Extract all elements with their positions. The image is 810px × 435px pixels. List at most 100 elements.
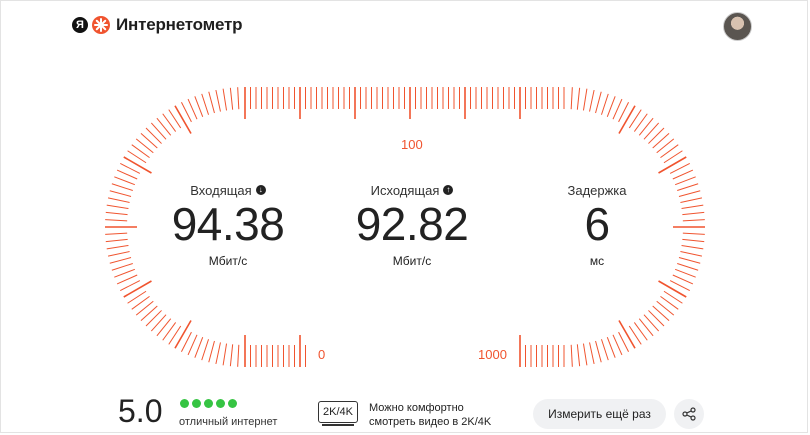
gauge-tick [222,343,228,366]
gauge-tick [678,257,701,264]
gauge-tick [618,320,636,349]
download-metric: Входящая ↓ 94.38 Мбит/с [143,182,313,269]
gauge-tick [135,300,154,316]
gauge-tick [116,274,138,285]
video-quality-text: Можно комфортно смотреть видео в 2K/4K [369,401,491,429]
gauge-tick [123,280,152,298]
gauge-tick [648,310,665,327]
latency-value: 6 [584,198,610,250]
rating-star-icon [228,399,237,408]
gauge-tick [682,211,705,216]
gauge-tick [589,89,595,112]
gauge-tick [215,89,221,112]
scale-label-1000: 1000 [478,347,507,362]
download-label: Входящая [190,182,252,198]
gauge-tick [658,280,687,298]
gauge-tick [150,122,167,140]
rating-star-icon [192,399,201,408]
rating-star-icon [216,399,225,408]
gauge-tick [109,257,132,264]
gauge-tick [618,105,636,134]
gauge-tick [656,300,675,316]
gauge-tick [600,93,609,115]
tv-stand-icon [322,424,354,426]
latency-metric: Задержка 6 мс [512,182,682,269]
gauge-tick [672,169,694,180]
gauge-tick [116,169,138,180]
gauge-tick [111,262,133,271]
gauge-tick [140,132,158,149]
video-quality-line1: Можно комфортно [369,402,464,414]
gauge-tick [582,88,588,111]
gauge-tick [682,219,705,222]
gauge-tick [215,342,221,365]
gauge-tick [105,219,128,222]
gauge-tick [652,132,670,149]
gauge-tick [612,334,623,356]
gauge-tick [109,190,132,197]
gauge-tick [680,197,703,203]
gauge-tick [643,314,660,332]
gauge-tick [106,204,129,210]
gauge-tick [105,211,128,216]
gauge-tick [600,339,609,361]
arrow-up-circle-icon: ↑ [443,185,454,195]
scale-label-100: 100 [401,137,423,152]
gauge-tick [105,238,128,243]
gauge-tick [576,87,581,110]
gauge-tick [638,117,654,136]
gauge-tick [187,334,198,356]
gauge-tick [106,244,129,250]
gauge-tick [114,268,136,278]
download-value: 94.38 [171,198,285,250]
gauge-tick [135,138,154,154]
upload-value: 92.82 [355,198,469,250]
upload-metric: Исходящая ↑ 92.82 Мбит/с [327,182,497,269]
gauge-tick [606,96,616,118]
gauge-tick [237,87,240,110]
gauge-tick [638,318,654,337]
gauge-tick [595,91,602,114]
download-unit: Мбит/с [208,254,248,268]
gauge-tick [652,305,670,322]
gauge-tick [648,127,665,144]
gauge-tick [111,183,133,192]
retry-button[interactable]: Измерить ещё раз [533,399,666,429]
gauge-tick [105,232,128,235]
gauge-tick [145,127,162,144]
gauge-tick [194,96,204,118]
gauge-tick [114,176,136,186]
scale-label-0: 0 [318,347,326,362]
gauge-tick [643,122,660,140]
gauge-tick [570,87,573,110]
gauge-tick [107,251,130,257]
gauge-tick [156,117,172,136]
gauge-tick [229,87,234,110]
gauge-tick [208,340,215,363]
arrow-down-circle-icon: ↓ [255,185,266,195]
gauge-tick [595,340,602,363]
gauge-tick [229,344,234,367]
gauge-tick [678,190,701,197]
share-icon [682,407,696,421]
gauge-tick [589,342,595,365]
gauge-tick [174,320,192,349]
gauge-tick [123,156,152,174]
gauge-tick [681,204,704,210]
share-button[interactable] [674,399,704,429]
gauge-tick [576,344,581,367]
gauge-tick [680,251,703,257]
gauge-tick [150,314,167,332]
gauge-tick [156,318,172,337]
gauge-tick [174,105,192,134]
rating-text: отличный интернет [179,416,278,428]
gauge-tick [606,336,616,358]
gauge-tick [208,91,215,114]
resolution-badge-icon: 2K/4K [318,401,358,423]
gauge-tick [582,343,588,366]
gauge-tick [682,232,705,235]
rating-star-icon [180,399,189,408]
gauge-tick [681,244,704,250]
gauge-tick [612,98,623,120]
gauge-tick [682,238,705,243]
